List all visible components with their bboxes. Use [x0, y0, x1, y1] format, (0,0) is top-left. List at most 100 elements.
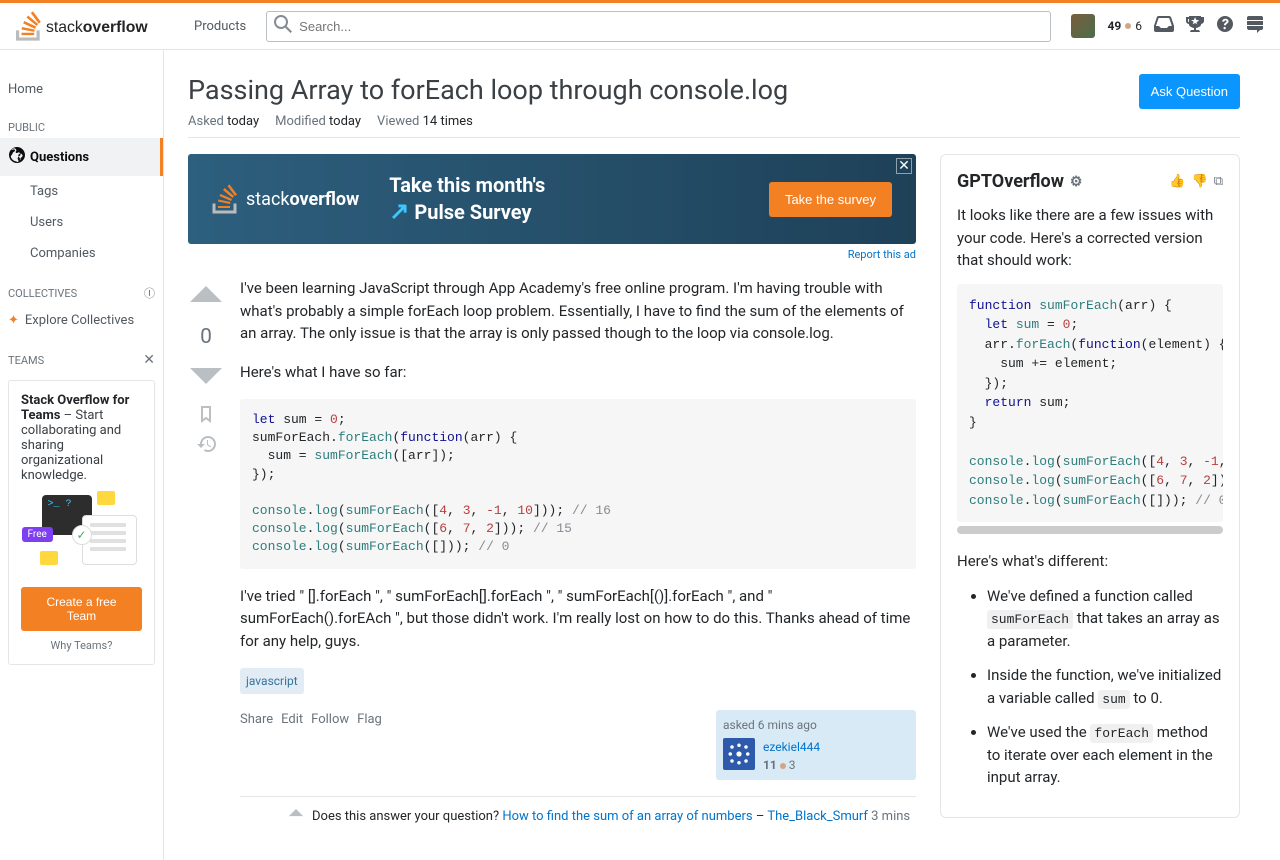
comment-time: 3 mins	[871, 809, 910, 824]
create-team-button[interactable]: Create a free Team	[21, 587, 142, 631]
code-block: let sum = 0; sumForEach.forEach(function…	[240, 399, 916, 569]
search-box	[266, 11, 1051, 42]
horizontal-scrollbar[interactable]	[957, 526, 1223, 534]
topbar-right: 49 6	[1071, 14, 1264, 38]
bronze-count: 6	[1135, 19, 1142, 33]
viewed-label: Viewed	[377, 114, 419, 129]
post-body: I've been learning JavaScript through Ap…	[240, 277, 916, 836]
post-para-1: I've been learning JavaScript through Ap…	[240, 277, 916, 345]
thumbs-up-icon[interactable]: 👍	[1169, 174, 1185, 189]
comment-user-link[interactable]: The_Black_Smurf	[767, 809, 868, 824]
nav-public-header: PUBLIC	[0, 105, 163, 138]
star-icon: ✦	[8, 313, 19, 328]
comment-text: Does this answer your question?	[312, 809, 502, 824]
topbar: stackoverflow Products 49 6	[0, 0, 1280, 50]
ask-question-button[interactable]: Ask Question	[1139, 74, 1240, 109]
user-stats: 11 3	[763, 756, 820, 774]
close-icon[interactable]: ✕	[143, 352, 155, 368]
gpt-diff-intro: Here's what's different:	[957, 550, 1223, 573]
ad-logo: stackoverflow	[212, 184, 359, 214]
post-para-3: I've tried " [].forEach ", " sumForEach[…	[240, 585, 916, 653]
why-teams-link[interactable]: Why Teams?	[21, 639, 142, 652]
gpt-bullet-2: Inside the function, we've initialized a…	[987, 664, 1223, 709]
help-icon[interactable]	[1216, 15, 1234, 37]
rep-number: 49	[1107, 19, 1121, 33]
follow-link[interactable]: Follow	[311, 710, 349, 730]
gpt-body: It looks like there are a few issues wit…	[957, 204, 1223, 789]
explore-label: Explore Collectives	[25, 313, 134, 328]
gpt-code-block: function sumForEach(arr) { let sum = 0; …	[957, 284, 1223, 523]
vote-count: 0	[200, 325, 212, 349]
logo[interactable]: stackoverflow	[16, 11, 166, 41]
user-card: asked 6 mins ago ezekiel444 11 3	[716, 710, 916, 780]
modified-label: Modified	[275, 114, 326, 129]
nav-tags[interactable]: Tags	[0, 176, 163, 207]
flag-link[interactable]: Flag	[357, 710, 382, 730]
teams-promo-box: Stack Overflow for Teams – Start collabo…	[8, 380, 155, 665]
gpt-box: GPTOverflow ⚙ 👍 👎 ⧉ It looks like there …	[940, 154, 1240, 818]
nav-questions[interactable]: Questions	[0, 138, 163, 176]
thumbs-down-icon[interactable]: 👎	[1192, 174, 1208, 189]
post-layout: 0 I've been learning JavaScript through …	[188, 277, 916, 836]
bronze-dot-icon	[1125, 23, 1131, 29]
globe-icon	[8, 146, 26, 168]
vote-column: 0	[188, 277, 224, 836]
report-ad-link[interactable]: Report this ad	[188, 248, 916, 261]
user-name-link[interactable]: ezekiel444	[763, 738, 820, 756]
achievements-icon[interactable]	[1186, 15, 1204, 37]
nav-collectives-header: COLLECTIVES ⓘ	[0, 269, 163, 305]
asked-label: Asked	[188, 114, 224, 129]
asked-value: today	[227, 114, 259, 129]
question-header: Passing Array to forEach loop through co…	[188, 74, 1240, 114]
menu-icon[interactable]	[1246, 15, 1264, 37]
edit-link[interactable]: Edit	[281, 710, 303, 730]
question-title: Passing Array to forEach loop through co…	[188, 74, 788, 106]
gpt-bullet-3: We've used the forEach method to iterate…	[987, 721, 1223, 789]
gpt-title: GPTOverflow ⚙	[957, 171, 1082, 192]
bookmark-icon[interactable]	[197, 405, 215, 427]
asked-time: asked 6 mins ago	[723, 716, 909, 734]
ad-banner[interactable]: stackoverflow Take this month's ↗ Pulse …	[188, 154, 916, 244]
post-para-2: Here's what I have so far:	[240, 361, 916, 384]
nav-teams-header: TEAMS ✕	[0, 336, 163, 372]
reputation[interactable]: 49 6	[1107, 19, 1142, 33]
left-sidebar: Home PUBLIC Questions Tags Users Compani…	[0, 50, 164, 860]
tag-javascript[interactable]: javascript	[240, 668, 304, 694]
gpt-bullet-1: We've defined a function called sumForEa…	[987, 585, 1223, 653]
info-icon[interactable]: ⓘ	[144, 285, 155, 301]
search-input[interactable]	[266, 11, 1051, 42]
share-link[interactable]: Share	[240, 710, 273, 730]
free-badge: Free	[22, 527, 53, 542]
ad-cta-button[interactable]: Take the survey	[769, 182, 892, 217]
nav-home[interactable]: Home	[0, 74, 163, 105]
avatar[interactable]	[1071, 14, 1095, 38]
search-icon	[274, 15, 292, 37]
gpt-intro: It looks like there are a few issues wit…	[957, 204, 1223, 272]
comment-upvote-icon[interactable]	[288, 805, 304, 828]
post-actions: Share Edit Follow Flag	[240, 710, 382, 730]
ad-close-icon[interactable]: ✕	[896, 158, 912, 174]
nav-users[interactable]: Users	[0, 207, 163, 238]
main-content: Passing Array to forEach loop through co…	[164, 50, 1264, 860]
nav-explore-collectives[interactable]: ✦ Explore Collectives	[0, 305, 163, 336]
user-avatar[interactable]	[723, 738, 755, 770]
inbox-icon[interactable]	[1154, 15, 1174, 37]
question-meta: Asked today Modified today Viewed 14 tim…	[188, 114, 1240, 138]
right-sidebar: GPTOverflow ⚙ 👍 👎 ⧉ It looks like there …	[940, 154, 1240, 836]
teams-illustration: ✓ Free	[21, 495, 142, 575]
downvote-icon[interactable]	[188, 357, 224, 397]
gear-icon[interactable]: ⚙	[1070, 174, 1083, 190]
viewed-value: 14 times	[423, 114, 473, 129]
products-link[interactable]: Products	[182, 13, 258, 40]
comment-link[interactable]: How to find the sum of an array of numbe…	[502, 809, 752, 824]
svg-text:stackoverflow: stackoverflow	[46, 19, 148, 36]
history-icon[interactable]	[197, 435, 216, 457]
ad-text: Take this month's ↗ Pulse Survey	[389, 173, 545, 226]
nav-companies[interactable]: Companies	[0, 238, 163, 269]
upvote-icon[interactable]	[188, 277, 224, 317]
comment-row: Does this answer your question? How to f…	[240, 796, 916, 836]
modified-value: today	[329, 114, 361, 129]
copy-icon[interactable]: ⧉	[1214, 174, 1223, 189]
nav-questions-label: Questions	[30, 150, 89, 165]
post-area: stackoverflow Take this month's ↗ Pulse …	[188, 154, 916, 836]
